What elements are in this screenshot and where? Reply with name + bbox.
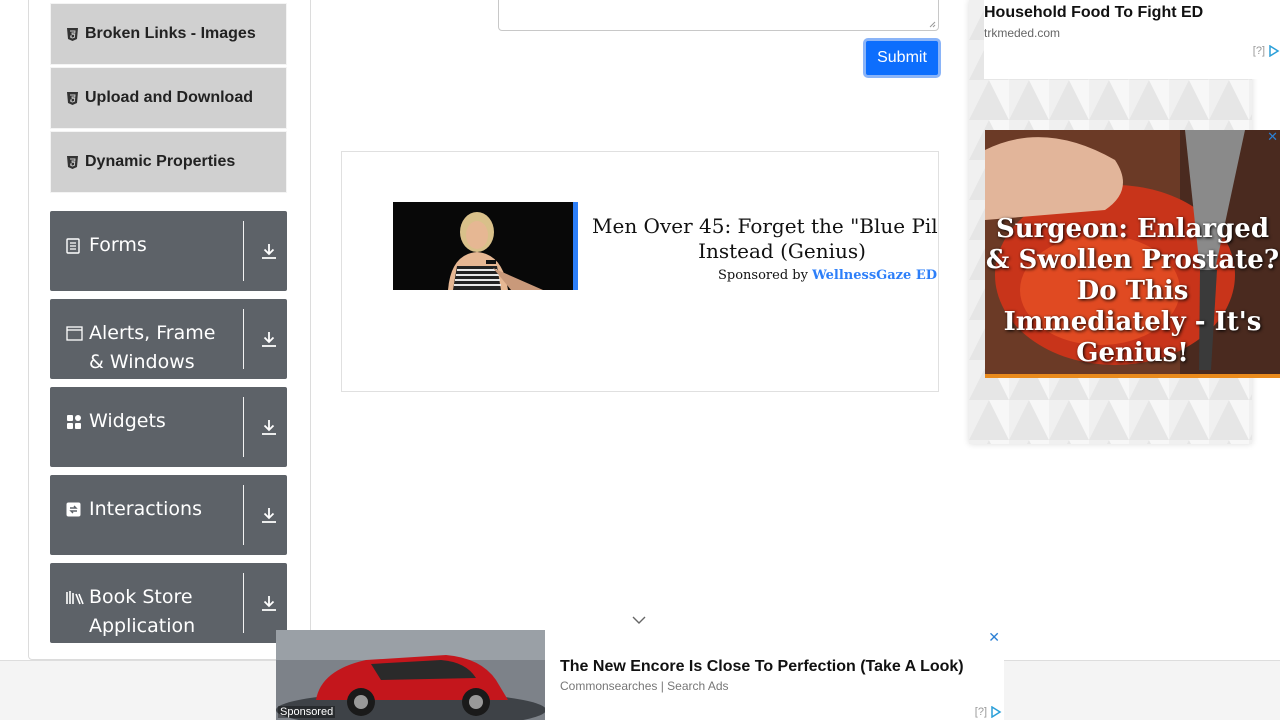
group-label: Book Store Application: [89, 586, 196, 637]
html5-icon: [65, 91, 79, 105]
adchoices-icon: [991, 706, 1002, 718]
bottom-ad[interactable]: Sponsored The New Encore Is Close To Per…: [276, 630, 1004, 720]
right-ad-title[interactable]: Household Food To Fight ED: [984, 4, 1203, 22]
ad-headline-line2: Instead (Genius): [698, 239, 866, 263]
divider: [243, 573, 244, 633]
bottom-ad-image[interactable]: Sponsored: [276, 630, 545, 720]
sponsored-ad-box[interactable]: Men Over 45: Forget the "Blue Pill", D I…: [341, 151, 939, 392]
menu-item-label: Broken Links - Images: [85, 25, 256, 42]
group-interactions[interactable]: Interactions: [50, 475, 287, 555]
close-icon[interactable]: ✕: [1267, 130, 1278, 145]
group-label: Forms: [89, 234, 147, 256]
widgets-icon: [66, 407, 84, 436]
banner-headline[interactable]: Surgeon: Enlarged & Swollen Prostate? Do…: [985, 214, 1280, 369]
group-widgets[interactable]: Widgets: [50, 387, 287, 467]
html5-icon: [65, 155, 79, 169]
menu-item-upload-download[interactable]: Upload and Download: [50, 67, 287, 129]
bottom-ad-source: Commonsearches | Search Ads: [560, 679, 729, 693]
submit-button[interactable]: Submit: [863, 38, 941, 78]
group-label: Alerts, Frame & Windows: [89, 322, 216, 373]
sponsored-label: Sponsored: [278, 706, 336, 718]
adchoices-label: [?]: [1252, 45, 1265, 57]
divider: [243, 485, 244, 545]
download-icon[interactable]: [260, 594, 278, 612]
books-icon: [66, 583, 84, 641]
form-icon: [66, 231, 84, 260]
close-icon[interactable]: ✕: [988, 630, 1000, 646]
group-label: Widgets: [89, 410, 166, 432]
right-ad-domain: trkmeded.com: [984, 26, 1061, 40]
group-alerts-frame-windows[interactable]: Alerts, Frame & Windows: [50, 299, 287, 379]
download-icon[interactable]: [260, 506, 278, 524]
message-textarea[interactable]: [498, 0, 939, 31]
ad-headline[interactable]: Men Over 45: Forget the "Blue Pill", D I…: [592, 214, 938, 264]
ad-sponsor-line: Sponsored by WellnessGaze ED: [718, 268, 937, 283]
download-icon[interactable]: [260, 330, 278, 348]
divider: [243, 397, 244, 457]
menu-item-broken-links[interactable]: Broken Links - Images: [50, 3, 287, 65]
menu-item-label: Dynamic Properties: [85, 153, 236, 170]
divider: [243, 221, 244, 281]
window-icon: [66, 319, 84, 377]
ad-headline-line1: Men Over 45: Forget the "Blue Pill", D: [592, 214, 938, 238]
divider: [243, 309, 244, 369]
menu-item-dynamic-properties[interactable]: Dynamic Properties: [50, 131, 287, 193]
adchoices-icon: [1269, 45, 1280, 57]
resize-handle-icon[interactable]: [929, 21, 936, 28]
adchoices[interactable]: [?]: [975, 706, 1002, 718]
right-banner-ad[interactable]: ✕ Surgeon: Enlarged & Swollen Prostate? …: [985, 130, 1280, 378]
menu-item-label: Upload and Download: [85, 89, 253, 106]
chevron-down-icon[interactable]: [630, 612, 648, 626]
sponsor-link[interactable]: WellnessGaze ED: [812, 268, 937, 283]
right-text-ad[interactable]: Household Food To Fight ED trkmeded.com …: [984, 0, 1280, 79]
group-forms[interactable]: Forms: [50, 211, 287, 291]
download-icon[interactable]: [260, 242, 278, 260]
adchoices[interactable]: [?]: [1253, 45, 1280, 57]
bottom-ad-headline[interactable]: The New Encore Is Close To Perfection (T…: [560, 658, 964, 676]
adchoices-label: [?]: [974, 706, 987, 718]
group-label: Interactions: [89, 498, 202, 520]
download-icon[interactable]: [260, 418, 278, 436]
interactions-icon: [66, 495, 84, 524]
html5-icon: [65, 27, 79, 41]
group-book-store[interactable]: Book Store Application: [50, 563, 287, 643]
sponsored-by-label: Sponsored by: [718, 268, 808, 283]
